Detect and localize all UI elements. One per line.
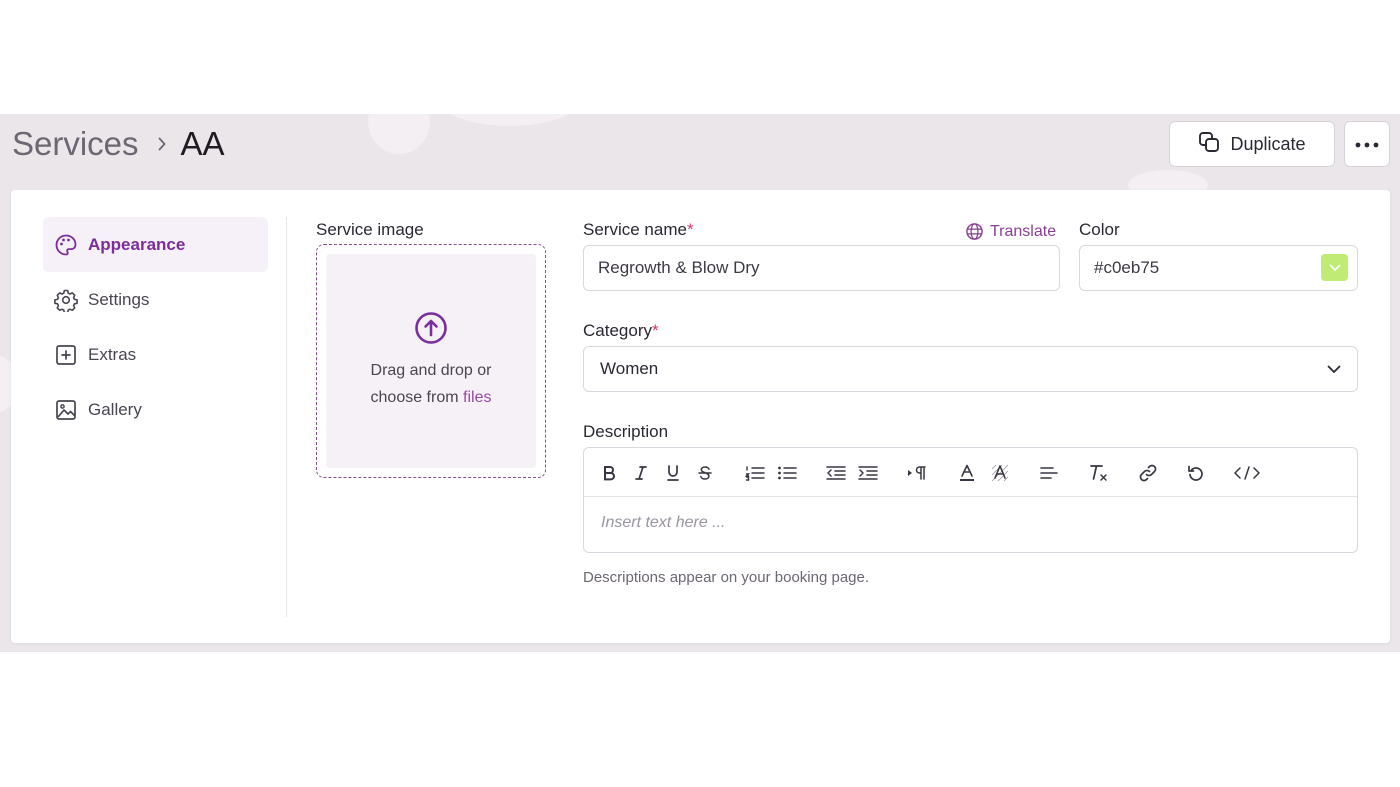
- align-left-icon: [1040, 467, 1058, 479]
- image-icon: [56, 399, 76, 420]
- sidebar-item-gallery[interactable]: Gallery: [43, 382, 268, 437]
- service-name-label: Service name*: [583, 220, 694, 239]
- highlight-icon: [991, 464, 1009, 482]
- sidebar-item-settings[interactable]: Settings: [43, 272, 268, 327]
- drop-instructions: Drag and drop or choose from files: [351, 357, 511, 411]
- code-view-button[interactable]: [1232, 460, 1262, 486]
- clear-format-icon: [1090, 465, 1107, 481]
- paragraph-direction-icon: [908, 466, 926, 480]
- color-input[interactable]: [1079, 245, 1358, 291]
- bullet-list-icon: [778, 466, 797, 480]
- sidebar-item-label: Gallery: [88, 399, 142, 419]
- text-direction-button[interactable]: [905, 460, 929, 486]
- code-icon: [1234, 466, 1260, 480]
- italic-button[interactable]: [629, 460, 653, 486]
- underline-icon: [667, 465, 679, 481]
- strikethrough-icon: [698, 466, 712, 480]
- ellipsis-icon: [1355, 135, 1379, 153]
- outdent-icon: [826, 466, 846, 480]
- palette-icon: [55, 234, 77, 255]
- sidebar-item-appearance[interactable]: Appearance: [43, 217, 268, 272]
- link-icon: [1139, 464, 1157, 482]
- translate-label: Translate: [990, 222, 1057, 240]
- service-edit-card: Appearance Settings Extras Gallery Servi…: [11, 190, 1390, 643]
- plus-square-icon: [56, 344, 76, 365]
- editor-toolbar: [584, 448, 1357, 497]
- chevron-down-icon: [1329, 264, 1340, 271]
- section-nav: Appearance Settings Extras Gallery: [43, 217, 268, 437]
- duplicate-label: Duplicate: [1230, 133, 1306, 154]
- choose-files-link[interactable]: files: [463, 389, 491, 406]
- copy-icon: [1198, 131, 1220, 158]
- link-button[interactable]: [1136, 460, 1160, 486]
- sidebar-item-label: Extras: [88, 344, 137, 364]
- highlight-button[interactable]: [988, 460, 1012, 486]
- required-mark: *: [686, 220, 694, 239]
- font-color-button[interactable]: [955, 460, 979, 486]
- category-value: Women: [600, 359, 659, 378]
- undo-icon: [1188, 465, 1203, 481]
- sidebar-item-label: Appearance: [88, 234, 186, 254]
- service-name-input[interactable]: [583, 245, 1060, 291]
- sidebar-item-label: Settings: [88, 289, 150, 309]
- app-window: Services AA Duplicate Appearance Setting…: [0, 114, 1400, 652]
- translate-button[interactable]: Translate: [965, 222, 1056, 241]
- image-dropzone[interactable]: Drag and drop or choose from files: [316, 244, 546, 478]
- chevron-right-icon: [157, 137, 167, 151]
- dropzone-area: Drag and drop or choose from files: [326, 254, 536, 468]
- category-label: Category*: [583, 321, 659, 340]
- outdent-button[interactable]: [824, 460, 848, 486]
- ordered-list-button[interactable]: [743, 460, 767, 486]
- align-button[interactable]: [1037, 460, 1061, 486]
- sidebar-item-extras[interactable]: Extras: [43, 327, 268, 382]
- chevron-down-icon: [1327, 365, 1341, 373]
- clear-format-button[interactable]: [1087, 460, 1111, 486]
- bold-icon: [604, 466, 615, 481]
- color-swatch-button[interactable]: [1321, 254, 1348, 281]
- font-color-icon: [960, 464, 974, 481]
- italic-icon: [635, 466, 647, 480]
- bullet-list-button[interactable]: [775, 460, 799, 486]
- page-title: AA: [180, 125, 225, 162]
- indent-icon: [858, 466, 878, 480]
- breadcrumb: Services AA: [12, 124, 225, 164]
- bold-button[interactable]: [597, 460, 621, 486]
- strikethrough-button[interactable]: [693, 460, 717, 486]
- underline-button[interactable]: [661, 460, 685, 486]
- description-input[interactable]: Insert text here ...: [601, 514, 726, 532]
- breadcrumb-services-link[interactable]: Services: [12, 125, 139, 163]
- duplicate-button[interactable]: Duplicate: [1169, 121, 1335, 167]
- description-label: Description: [583, 422, 669, 441]
- category-select[interactable]: Women: [583, 346, 1358, 392]
- service-image-label: Service image: [316, 220, 424, 239]
- required-mark: *: [651, 321, 659, 340]
- undo-button[interactable]: [1184, 460, 1208, 486]
- indent-button[interactable]: [856, 460, 880, 486]
- upload-arrow-icon: [415, 312, 447, 344]
- more-options-button[interactable]: [1344, 121, 1390, 167]
- description-hint: Descriptions appear on your booking page…: [583, 569, 870, 586]
- rich-text-editor: Insert text here ...: [583, 447, 1358, 553]
- color-label: Color: [1079, 220, 1120, 239]
- divider: [286, 217, 287, 617]
- page-header: Services AA Duplicate: [0, 114, 1400, 190]
- globe-icon: [966, 223, 983, 240]
- gear-icon: [54, 289, 78, 312]
- ordered-list-icon: [745, 466, 765, 481]
